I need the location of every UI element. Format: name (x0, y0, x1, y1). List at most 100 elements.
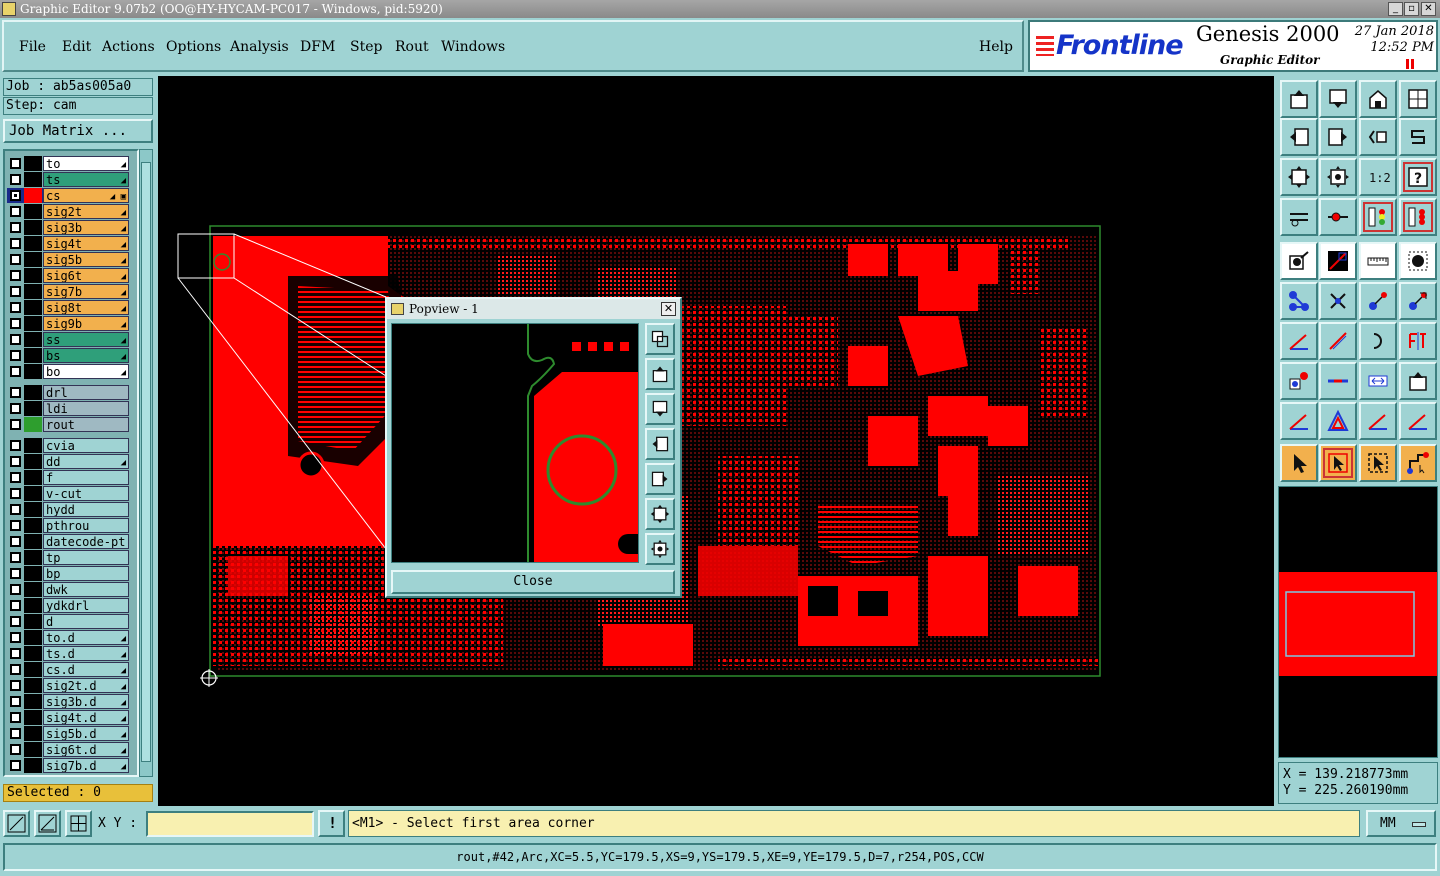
layer-color-swatch[interactable] (24, 220, 42, 235)
layer-name[interactable]: ts ◢ (43, 172, 129, 187)
pan-left-tool-button[interactable] (1280, 118, 1318, 156)
layer-checkbox[interactable] (10, 286, 21, 297)
popview-fit-button[interactable] (645, 498, 675, 530)
redraw-tool-button[interactable] (1399, 118, 1437, 156)
layer-name[interactable]: sig2t.d ◢ (43, 678, 129, 693)
layer-name[interactable]: sig7b ◢ (43, 284, 129, 299)
menu-windows[interactable]: Windows (441, 39, 505, 55)
layer-name[interactable]: sig5b.d ◢ (43, 726, 129, 741)
layer-name[interactable]: sig8t ◢ (43, 300, 129, 315)
text-tool-button[interactable] (1399, 322, 1437, 360)
layer-color-swatch[interactable] (24, 534, 42, 549)
layer-name[interactable]: sig6t.d ◢ (43, 742, 129, 757)
connect-tool-button[interactable] (1399, 282, 1437, 320)
layer-name[interactable]: cvia (43, 438, 129, 453)
layer-row-ts[interactable]: ts ◢ (7, 172, 129, 187)
dash-tool-button[interactable] (1319, 362, 1357, 400)
layer-checkbox[interactable] (10, 600, 21, 611)
undo-zoom-tool-button[interactable] (1359, 118, 1397, 156)
layer-name[interactable]: sig7b.d ◢ (43, 758, 129, 773)
layer-name[interactable]: ydkdrl (43, 598, 129, 613)
route-tool-button[interactable] (1399, 444, 1437, 482)
layer-name[interactable]: to.d ◢ (43, 630, 129, 645)
layer-checkbox[interactable] (10, 488, 21, 499)
zoom-fit-tool-button[interactable] (1280, 158, 1318, 196)
snap-mode-button[interactable] (3, 810, 30, 837)
layer-name[interactable]: bs ◢ (43, 348, 129, 363)
layer-checkbox[interactable] (10, 472, 21, 483)
layer-color-swatch[interactable] (24, 268, 42, 283)
layer-color-swatch[interactable] (24, 630, 42, 645)
triangle-b-tool-button[interactable] (1399, 402, 1437, 440)
layer-row-dwk[interactable]: dwk (7, 582, 129, 597)
zoom-center-tool-button[interactable] (1319, 158, 1357, 196)
layer-checkbox[interactable] (10, 728, 21, 739)
layer-color-swatch[interactable] (24, 646, 42, 661)
layer-checkbox[interactable] (10, 222, 21, 233)
layer-name[interactable]: rout (43, 417, 129, 432)
help-tool-button[interactable]: ? (1399, 158, 1437, 196)
layer-name[interactable]: ss ◢ (43, 332, 129, 347)
layer-color-swatch[interactable] (24, 598, 42, 613)
layers-on-tool-button[interactable] (1359, 198, 1397, 236)
layer-checkbox[interactable] (10, 174, 21, 185)
menu-step[interactable]: Step (350, 39, 382, 55)
layer-color-swatch[interactable] (24, 710, 42, 725)
scale-1-2-tool-button[interactable]: 1:2 (1359, 158, 1397, 196)
layer-row-ss[interactable]: ss ◢ (7, 332, 129, 347)
layer-checkbox[interactable] (10, 520, 21, 531)
layer-color-swatch[interactable] (24, 470, 42, 485)
popview-pan-down-button[interactable] (645, 393, 675, 425)
layer-name[interactable]: cs.d ◢ (43, 662, 129, 677)
scrollbar-thumb[interactable] (141, 162, 151, 762)
units-selector[interactable]: MM (1366, 810, 1436, 837)
layer-color-swatch[interactable] (24, 742, 42, 757)
snap-tool-button[interactable] (1319, 198, 1357, 236)
layer-row-datecode-pt[interactable]: datecode-pt (7, 534, 129, 549)
layer-row-hydd[interactable]: hydd (7, 502, 129, 517)
layer-color-swatch[interactable] (24, 300, 42, 315)
pointer-box-tool-button[interactable] (1319, 444, 1357, 482)
layer-name[interactable]: drl (43, 385, 129, 400)
group-tool-button[interactable] (1399, 362, 1437, 400)
layer-color-swatch[interactable] (24, 486, 42, 501)
info-button[interactable]: ! (318, 810, 345, 837)
layer-checkbox[interactable] (10, 254, 21, 265)
layer-checkbox[interactable] (10, 387, 21, 398)
angle-tool-button[interactable] (1280, 322, 1318, 360)
layer-name[interactable]: sig6t ◢ (43, 268, 129, 283)
popview-close-button[interactable]: Close (391, 570, 675, 594)
pan-down-tool-button[interactable] (1319, 80, 1357, 118)
layer-color-swatch[interactable] (24, 694, 42, 709)
popview-pan-left-button[interactable] (645, 428, 675, 460)
layer-checkbox[interactable] (10, 680, 21, 691)
layer-checkbox[interactable] (10, 334, 21, 345)
layer-color-swatch[interactable] (24, 401, 42, 416)
layer-name[interactable]: d (43, 614, 129, 629)
layer-name[interactable]: tp (43, 550, 129, 565)
layer-row-pthrou[interactable]: pthrou (7, 518, 129, 533)
slope-tool-button[interactable] (1319, 322, 1357, 360)
layer-name[interactable]: f (43, 470, 129, 485)
minimize-button[interactable]: _ (1388, 2, 1403, 16)
layer-checkbox[interactable] (10, 456, 21, 467)
layer-color-swatch[interactable] (24, 502, 42, 517)
layer-color-swatch[interactable] (24, 566, 42, 581)
layer-checkbox[interactable] (10, 350, 21, 361)
layer-checkbox[interactable] (10, 366, 21, 377)
overview-pane[interactable] (1278, 486, 1438, 758)
window-tool-button[interactable] (1399, 80, 1437, 118)
layer-row-drl[interactable]: drl (7, 385, 129, 400)
popview-pan-right-button[interactable] (645, 463, 675, 495)
pan-up-tool-button[interactable] (1280, 80, 1318, 118)
layer-checkbox[interactable] (10, 318, 21, 329)
layer-name[interactable]: pthrou (43, 518, 129, 533)
symbol-tool-button[interactable] (1280, 362, 1318, 400)
xy-input[interactable] (146, 811, 314, 837)
popview-pan-up-button[interactable] (645, 358, 675, 390)
layer-checkbox[interactable] (10, 238, 21, 249)
layer-name[interactable]: sig5b ◢ (43, 252, 129, 267)
layer-row-v-cut[interactable]: v-cut (7, 486, 129, 501)
layer-name[interactable]: ldi (43, 401, 129, 416)
layer-name[interactable]: sig4t.d ◢ (43, 710, 129, 725)
